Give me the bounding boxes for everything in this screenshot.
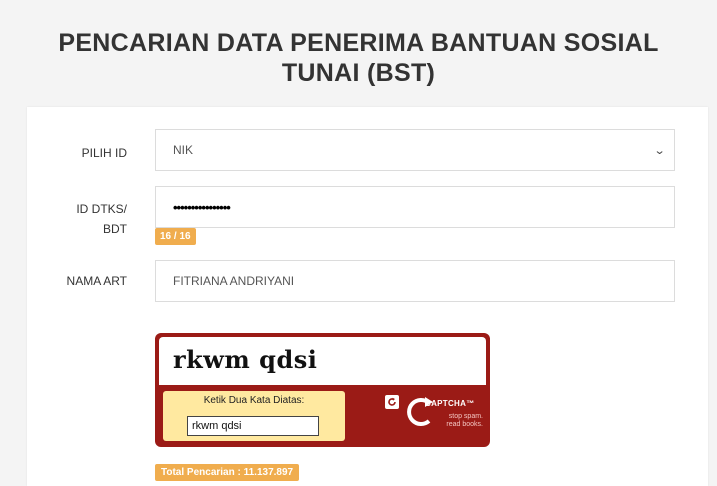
captcha-tagline-line-2: read books. [446,421,483,428]
name-input-value: FITRIANA ANDRIYANI [173,274,295,288]
id-type-select[interactable]: NIK ⌄ [155,129,675,171]
id-number-label-line-1: ID DTKS/ [76,202,127,216]
search-form-card: PILIH ID NIK ⌄ ID DTKS/ BDT ••••••••••••… [27,107,708,486]
id-type-label: PILIH ID [81,146,127,160]
captcha-widget: rkwm qdsi Ketik Dua Kata Diatas: rkwm qd… [155,333,490,447]
captcha-tagline: stop spam. read books. [429,413,483,429]
refresh-icon[interactable] [385,395,399,409]
id-number-label: ID DTKS/ BDT [27,199,127,239]
page: PENCARIAN DATA PENERIMA BANTUAN SOSIAL T… [0,0,717,486]
character-counter-badge: 16 / 16 [155,228,196,245]
captcha-brand-name: CAPTCHA™ [425,399,475,408]
captcha-answer-input[interactable] [187,416,319,436]
id-number-masked-value: •••••••••••••••• [173,199,231,215]
id-type-selected-value: NIK [173,143,194,157]
id-number-input[interactable]: •••••••••••••••• [155,186,675,228]
captcha-input-area: Ketik Dua Kata Diatas: [163,391,345,441]
captcha-brand: CAPTCHA™ stop spam. read books. [367,391,485,441]
page-title-line-1: PENCARIAN DATA PENERIMA BANTUAN SOSIAL [58,29,659,57]
page-title: PENCARIAN DATA PENERIMA BANTUAN SOSIAL T… [0,28,717,88]
captcha-tagline-line-1: stop spam. [448,413,483,420]
chevron-down-icon: ⌄ [653,144,666,157]
page-title-line-2: TUNAI (BST) [281,59,436,87]
total-search-badge: Total Pencarian : 11.137.897 [155,464,300,481]
id-number-label-line-2: BDT [103,222,127,236]
name-input[interactable]: FITRIANA ANDRIYANI [155,260,675,302]
captcha-instruction: Ketik Dua Kata Diatas: [203,395,305,406]
captcha-challenge-image: rkwm qdsi [159,337,486,385]
name-label: NAMA ART [66,274,127,288]
